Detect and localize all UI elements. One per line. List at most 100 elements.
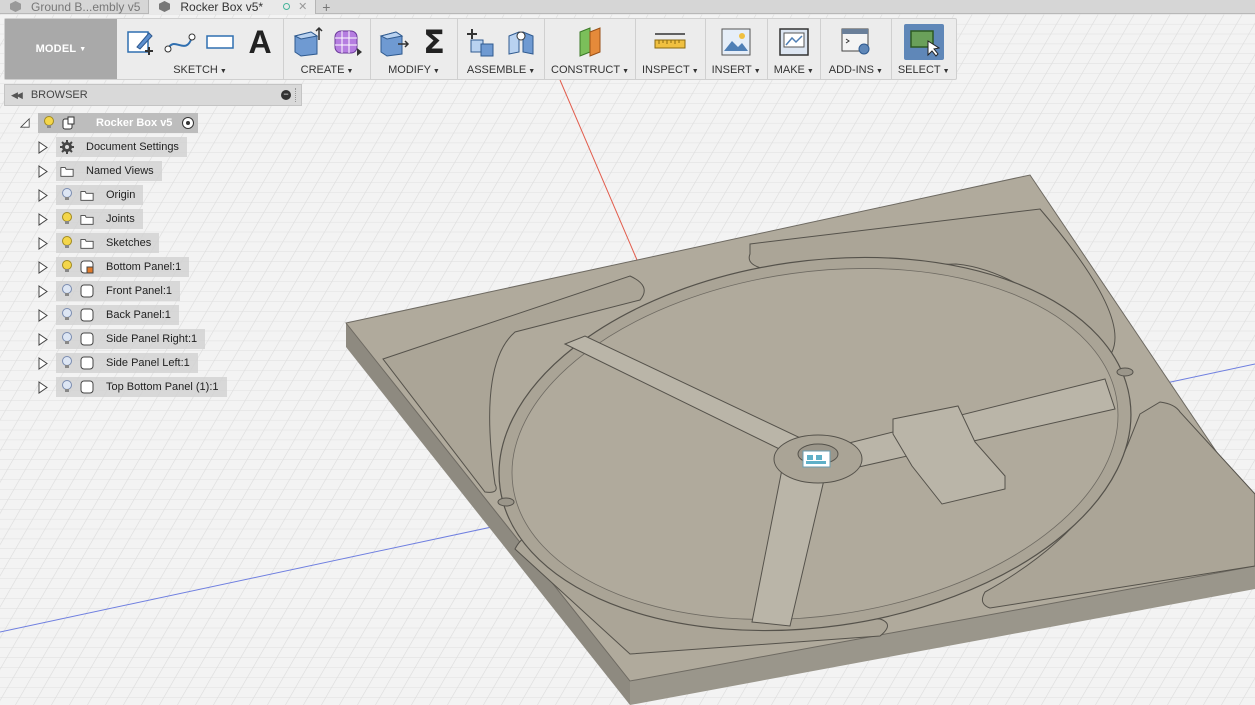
joint-glyph-icon[interactable] (802, 450, 831, 468)
component-icon (80, 332, 94, 346)
tree-item-row[interactable]: Front Panel:1 (38, 281, 181, 301)
sketch-label[interactable]: SKETCH (173, 64, 218, 76)
expand-triangle-icon[interactable] (38, 332, 48, 346)
tree-item-node[interactable]: Origin (56, 185, 144, 205)
tree-item-row[interactable]: Joints (38, 209, 143, 229)
tree-item-row[interactable]: Top Bottom Panel (1):1 (38, 377, 227, 397)
make-group: MAKE ▼ (768, 19, 821, 79)
expand-triangle-icon[interactable] (38, 164, 48, 178)
modify-label[interactable]: MODIFY (388, 64, 431, 76)
measure-icon[interactable] (642, 25, 698, 59)
expand-triangle-icon[interactable] (38, 260, 48, 274)
component-icon (62, 116, 76, 130)
tab-rocker-box[interactable]: Rocker Box v5* ✕ (149, 0, 317, 14)
collapse-panel-icon[interactable]: ◀◀ (11, 90, 23, 101)
tree-item-node[interactable]: Top Bottom Panel (1):1 (56, 377, 227, 397)
tree-item-node[interactable]: Joints (56, 209, 143, 229)
modify-group: Σ MODIFY ▼ (371, 19, 458, 79)
visibility-bulb-icon[interactable] (60, 212, 74, 226)
text-icon[interactable]: A (243, 24, 277, 60)
form-icon[interactable] (330, 25, 364, 59)
tree-item-row[interactable]: Origin (38, 185, 144, 205)
activate-radio-icon[interactable] (182, 117, 195, 129)
tree-item-node[interactable]: Document Settings (56, 137, 187, 157)
insert-group: INSERT ▼ (706, 19, 768, 79)
tree-item-node[interactable]: Side Panel Left:1 (56, 353, 198, 373)
visibility-bulb-icon[interactable] (60, 332, 74, 346)
minimize-panel-icon[interactable]: − (281, 90, 291, 100)
tree-item-node[interactable]: Sketches (56, 233, 160, 253)
inspect-label[interactable]: INSPECT (642, 64, 690, 76)
select-label[interactable]: SELECT (898, 64, 941, 76)
tree-item-row[interactable]: Sketches (38, 233, 160, 253)
tree-item-row[interactable]: Bottom Panel:1 (38, 257, 190, 277)
new-tab-icon[interactable]: + (316, 0, 336, 14)
tree-item-node[interactable]: Front Panel:1 (56, 281, 181, 301)
tree-item-row[interactable]: Side Panel Right:1 (38, 329, 206, 349)
design-cube-icon (159, 1, 171, 12)
panel-grip-icon[interactable] (295, 88, 299, 102)
expand-triangle-icon[interactable] (38, 284, 48, 298)
visibility-bulb-icon[interactable] (60, 380, 74, 394)
tree-item-row[interactable]: Back Panel:1 (38, 305, 179, 325)
browser-panel-header[interactable]: ◀◀ BROWSER − (4, 84, 302, 106)
design-cube-icon (10, 1, 21, 12)
tree-item-row[interactable]: Document Settings (38, 137, 187, 157)
visibility-bulb-icon[interactable] (60, 308, 74, 322)
expand-triangle-icon[interactable] (38, 188, 48, 202)
root-label: Rocker Box v5 (96, 117, 173, 129)
tree-item-node[interactable]: Named Views (56, 161, 162, 181)
make-print-icon[interactable] (775, 25, 813, 59)
make-label[interactable]: MAKE (774, 64, 805, 76)
plane-icon[interactable] (560, 25, 620, 59)
new-component-icon[interactable] (464, 25, 498, 59)
press-pull-icon[interactable] (377, 25, 411, 59)
component-active-icon (80, 260, 94, 274)
expand-triangle-icon[interactable] (38, 212, 48, 226)
spline-icon[interactable] (163, 25, 197, 59)
sketch-group: A SKETCH ▼ (117, 19, 284, 79)
extrude-icon[interactable] (290, 25, 324, 59)
root-component-node[interactable]: Rocker Box v5 (38, 113, 199, 133)
component-icon (80, 284, 94, 298)
expand-triangle-icon[interactable] (38, 356, 48, 370)
visibility-bulb-icon[interactable] (60, 284, 74, 298)
tree-item-row[interactable]: Side Panel Left:1 (38, 353, 198, 373)
tab-ground-assembly[interactable]: Ground B...embly v5 (0, 0, 150, 14)
rectangle-icon[interactable] (203, 25, 237, 59)
assemble-group: ASSEMBLE ▼ (458, 19, 545, 79)
tree-item-label: Document Settings (86, 141, 179, 153)
workspace-switcher[interactable]: MODEL ▼ (5, 19, 117, 79)
close-tab-icon[interactable]: ✕ (298, 0, 307, 13)
scripts-icon[interactable] (827, 25, 885, 59)
create-label[interactable]: CREATE (301, 64, 345, 76)
assemble-label[interactable]: ASSEMBLE (467, 64, 526, 76)
tree-item-label: Top Bottom Panel (1):1 (106, 381, 219, 393)
visibility-bulb-icon[interactable] (60, 260, 74, 274)
visibility-bulb-icon[interactable] (42, 116, 56, 130)
tree-item-node[interactable]: Back Panel:1 (56, 305, 179, 325)
joint-icon[interactable] (504, 25, 538, 59)
sketch-icon[interactable] (123, 25, 157, 59)
tree-item-label: Joints (106, 213, 135, 225)
add-ins-label[interactable]: ADD-INS (829, 64, 874, 76)
expand-triangle-icon[interactable] (38, 140, 48, 154)
expand-triangle-icon[interactable] (38, 236, 48, 250)
tree-item-node[interactable]: Bottom Panel:1 (56, 257, 190, 277)
select-icon[interactable] (903, 24, 944, 60)
construct-label[interactable]: CONSTRUCT (551, 64, 620, 76)
tree-item-label: Side Panel Left:1 (106, 357, 190, 369)
visibility-bulb-icon[interactable] (60, 188, 74, 202)
sigma-glyph: Σ (423, 23, 445, 61)
expand-triangle-icon[interactable] (20, 117, 30, 130)
parameters-icon[interactable]: Σ (417, 23, 451, 61)
expand-triangle-icon[interactable] (38, 380, 48, 394)
tree-root-row[interactable]: Rocker Box v5 (20, 113, 199, 133)
visibility-bulb-icon[interactable] (60, 236, 74, 250)
insert-label[interactable]: INSERT (712, 64, 752, 76)
tree-item-node[interactable]: Side Panel Right:1 (56, 329, 206, 349)
expand-triangle-icon[interactable] (38, 308, 48, 322)
visibility-bulb-icon[interactable] (60, 356, 74, 370)
tree-item-row[interactable]: Named Views (38, 161, 162, 181)
insert-image-icon[interactable] (712, 25, 760, 59)
